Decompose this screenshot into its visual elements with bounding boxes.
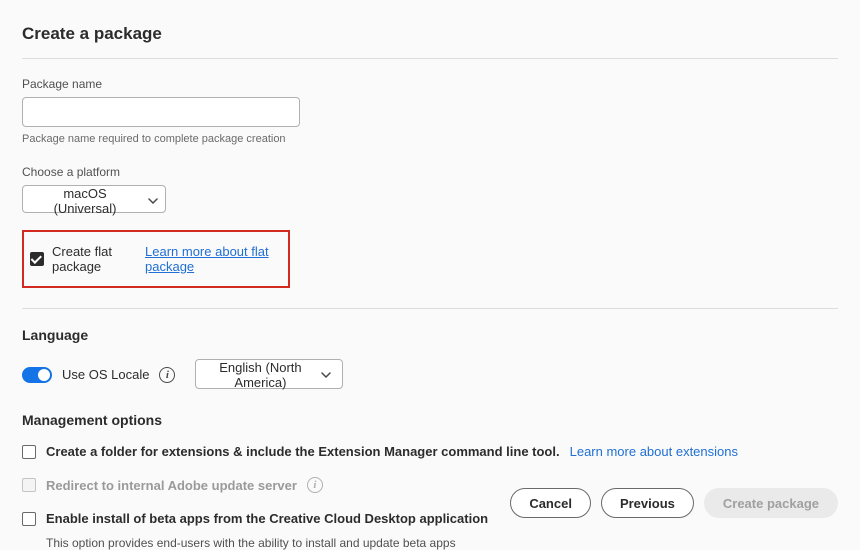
package-name-input[interactable] (22, 97, 300, 127)
management-title: Management options (22, 412, 838, 428)
platform-label: Choose a platform (22, 165, 838, 179)
package-name-help: Package name required to complete packag… (22, 133, 838, 145)
beta-help: This option provides end-users with the … (46, 536, 838, 550)
flat-package-checkbox[interactable] (30, 252, 44, 266)
extensions-checkbox[interactable] (22, 445, 36, 459)
cancel-button[interactable]: Cancel (510, 488, 591, 518)
button-bar: Cancel Previous Create package (510, 488, 838, 518)
flat-package-highlight: Create flat package Learn more about fla… (22, 230, 290, 288)
flat-package-label: Create flat package (52, 244, 137, 274)
create-package-button: Create package (704, 488, 838, 518)
previous-button[interactable]: Previous (601, 488, 694, 518)
page-title: Create a package (22, 24, 838, 44)
platform-select[interactable]: macOS (Universal) (22, 185, 166, 213)
beta-label: Enable install of beta apps from the Cre… (46, 511, 488, 526)
flat-package-link[interactable]: Learn more about flat package (145, 244, 278, 274)
redirect-checkbox (22, 478, 36, 492)
beta-checkbox[interactable] (22, 512, 36, 526)
package-name-label: Package name (22, 77, 838, 91)
divider (22, 58, 838, 59)
info-icon[interactable]: i (159, 367, 175, 383)
divider (22, 308, 838, 309)
extensions-link[interactable]: Learn more about extensions (570, 444, 738, 459)
language-title: Language (22, 327, 838, 343)
extensions-label: Create a folder for extensions & include… (46, 444, 560, 459)
redirect-label: Redirect to internal Adobe update server (46, 478, 297, 493)
language-select[interactable]: English (North America) (195, 359, 343, 389)
info-icon: i (307, 477, 323, 493)
use-os-locale-label: Use OS Locale (62, 367, 149, 382)
use-os-locale-toggle[interactable] (22, 367, 52, 383)
